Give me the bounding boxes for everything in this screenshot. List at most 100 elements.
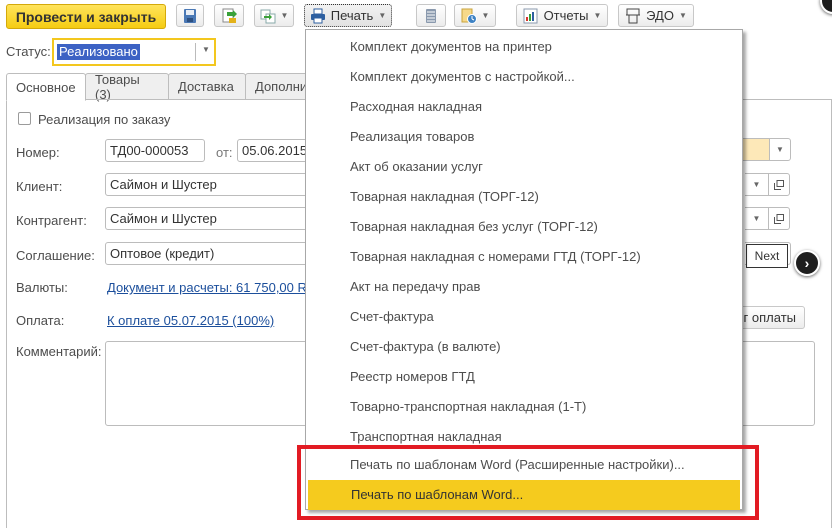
menu-item-label: Транспортная накладная <box>350 429 502 444</box>
date-value: 05.06.2015 <box>242 143 308 158</box>
tab-label: Доставка <box>178 79 234 94</box>
currency-link[interactable]: Документ и расчеты: 61 750,00 R <box>107 280 307 295</box>
chevron-down-icon[interactable]: ▼ <box>745 173 769 196</box>
menu-item-label: Реализация товаров <box>350 129 475 144</box>
chevron-right-icon: › <box>804 255 810 271</box>
open-icon[interactable] <box>768 207 790 230</box>
tab-label: Товары (3) <box>95 71 140 102</box>
print-menu-item[interactable]: Акт об оказании услуг <box>307 152 741 182</box>
tour-circle-icon <box>820 0 832 14</box>
edo-icon <box>625 8 641 24</box>
warehouse-field-partial[interactable] <box>740 138 770 161</box>
print-label: Печать <box>330 8 374 23</box>
chevron-down-icon[interactable]: ▼ <box>769 138 791 161</box>
reports-button[interactable]: Отчеты ▼ <box>516 4 608 27</box>
print-menu-item[interactable]: Товарная накладная (ТОРГ-12) <box>307 182 741 212</box>
attachments-icon <box>461 8 477 24</box>
menu-item-label: Акт на передачу прав <box>350 279 481 294</box>
payment-schedule-label: г оплаты <box>743 310 796 325</box>
print-button[interactable]: Печать ▼ <box>304 4 392 27</box>
print-menu-item[interactable]: Акт на передачу прав <box>307 272 741 302</box>
menu-item-label: Комплект документов с настройкой... <box>350 69 575 84</box>
tour-next-button[interactable]: › <box>794 250 820 276</box>
number-label: Номер: <box>16 145 60 160</box>
floppy-disk-icon <box>182 8 198 24</box>
number-value: ТД00-000053 <box>110 143 189 158</box>
client-label: Клиент: <box>16 179 63 194</box>
print-menu-item[interactable]: Комплект документов с настройкой... <box>307 62 741 92</box>
chevron-down-icon: ▼ <box>378 11 387 20</box>
post-document-icon <box>221 8 237 24</box>
tab-goods[interactable]: Товары (3) <box>85 71 169 102</box>
payment-schedule-button[interactable]: г оплаты <box>735 306 805 329</box>
save-button[interactable] <box>176 4 204 27</box>
currency-label: Валюты: <box>16 280 68 295</box>
status-separator <box>195 43 196 61</box>
menu-item-label: Товарная накладная без услуг (ТОРГ-12) <box>350 219 598 234</box>
reports-label: Отчеты <box>543 8 589 23</box>
menu-item-label: Товарная накладная (ТОРГ-12) <box>350 189 539 204</box>
edo-button[interactable]: ЭДО ▼ <box>618 4 694 27</box>
edo-label: ЭДО <box>646 8 674 23</box>
chevron-down-icon: ▼ <box>280 11 289 20</box>
by-order-label: Реализация по заказу <box>38 112 171 127</box>
status-value: Реализовано <box>57 44 140 60</box>
print-menu-item[interactable]: Комплект документов на принтер <box>307 32 741 62</box>
printer-icon <box>310 8 326 24</box>
print-menu-item[interactable]: Товарная накладная с номерами ГТД (ТОРГ-… <box>307 242 741 272</box>
print-menu-item[interactable]: Товарная накладная без услуг (ТОРГ-12) <box>307 212 741 242</box>
chevron-down-icon[interactable]: ▼ <box>202 45 210 54</box>
attachments-button[interactable]: ▼ <box>454 4 496 27</box>
agreement-value: Оптовое (кредит) <box>110 246 215 261</box>
document-structure-icon <box>423 8 439 24</box>
menu-item-label: Акт об оказании услуг <box>350 159 483 174</box>
menu-item-label: Комплект документов на принтер <box>350 39 552 54</box>
open-icon[interactable] <box>768 173 790 196</box>
chevron-down-icon[interactable]: ▼ <box>745 207 769 230</box>
print-menu-item[interactable]: Реализация товаров <box>307 122 741 152</box>
payment-label: Оплата: <box>16 313 65 328</box>
client-value: Саймон и Шустер <box>110 177 217 192</box>
counterparty-label: Контрагент: <box>16 213 87 228</box>
chevron-down-icon: ▼ <box>593 11 602 20</box>
comment-label: Комментарий: <box>16 344 102 359</box>
chevron-down-icon: ▼ <box>481 11 490 20</box>
menu-item-label: Печать по шаблонам Word... <box>351 487 524 502</box>
menu-item-label: Счет-фактура <box>350 309 434 324</box>
tab-label: Основное <box>16 79 76 95</box>
print-menu-item[interactable]: Транспортная накладная <box>307 422 741 452</box>
tour-next-tooltip[interactable]: Next <box>746 244 788 268</box>
by-order-checkbox[interactable] <box>18 112 31 125</box>
print-menu-item[interactable]: Счет-фактура (в валюте) <box>307 332 741 362</box>
print-menu-item-word-advanced[interactable]: Печать по шаблонам Word (Расширенные нас… <box>307 450 741 480</box>
menu-item-label: Печать по шаблонам Word (Расширенные нас… <box>350 457 685 472</box>
chevron-down-icon: ▼ <box>678 11 687 20</box>
print-menu: Комплект документов на принтер Комплект … <box>305 29 743 510</box>
print-menu-item[interactable]: Расходная накладная <box>307 92 741 122</box>
print-menu-item-word[interactable]: Печать по шаблонам Word... <box>308 480 740 510</box>
document-structure-button[interactable] <box>416 4 446 27</box>
print-menu-item[interactable]: Товарно-транспортная накладная (1-Т) <box>307 392 741 422</box>
date-label: от: <box>216 145 233 160</box>
agreement-label: Соглашение: <box>16 248 95 263</box>
menu-item-label: Товарно-транспортная накладная (1-Т) <box>350 399 587 414</box>
tab-main[interactable]: Основное <box>6 73 86 101</box>
post-button[interactable] <box>214 4 244 27</box>
create-based-on-button[interactable]: ▼ <box>254 4 294 27</box>
menu-item-label: Товарная накладная с номерами ГТД (ТОРГ-… <box>350 249 641 264</box>
number-field[interactable]: ТД00-000053 <box>105 139 205 162</box>
payment-link[interactable]: К оплате 05.07.2015 (100%) <box>107 313 274 328</box>
print-menu-item[interactable]: Реестр номеров ГТД <box>307 362 741 392</box>
tab-delivery[interactable]: Доставка <box>168 73 246 100</box>
print-menu-item[interactable]: Счет-фактура <box>307 302 741 332</box>
menu-item-label: Расходная накладная <box>350 99 483 114</box>
reports-icon <box>523 8 539 24</box>
status-select[interactable]: Реализовано ▼ <box>52 38 216 66</box>
tour-next-label: Next <box>754 249 780 263</box>
create-based-on-icon <box>260 8 276 24</box>
menu-item-label: Счет-фактура (в валюте) <box>350 339 501 354</box>
post-and-close-button[interactable]: Провести и закрыть <box>6 4 166 29</box>
post-and-close-label: Провести и закрыть <box>15 8 157 25</box>
status-label: Статус: <box>6 44 51 59</box>
tab-label: Дополни <box>255 79 308 94</box>
